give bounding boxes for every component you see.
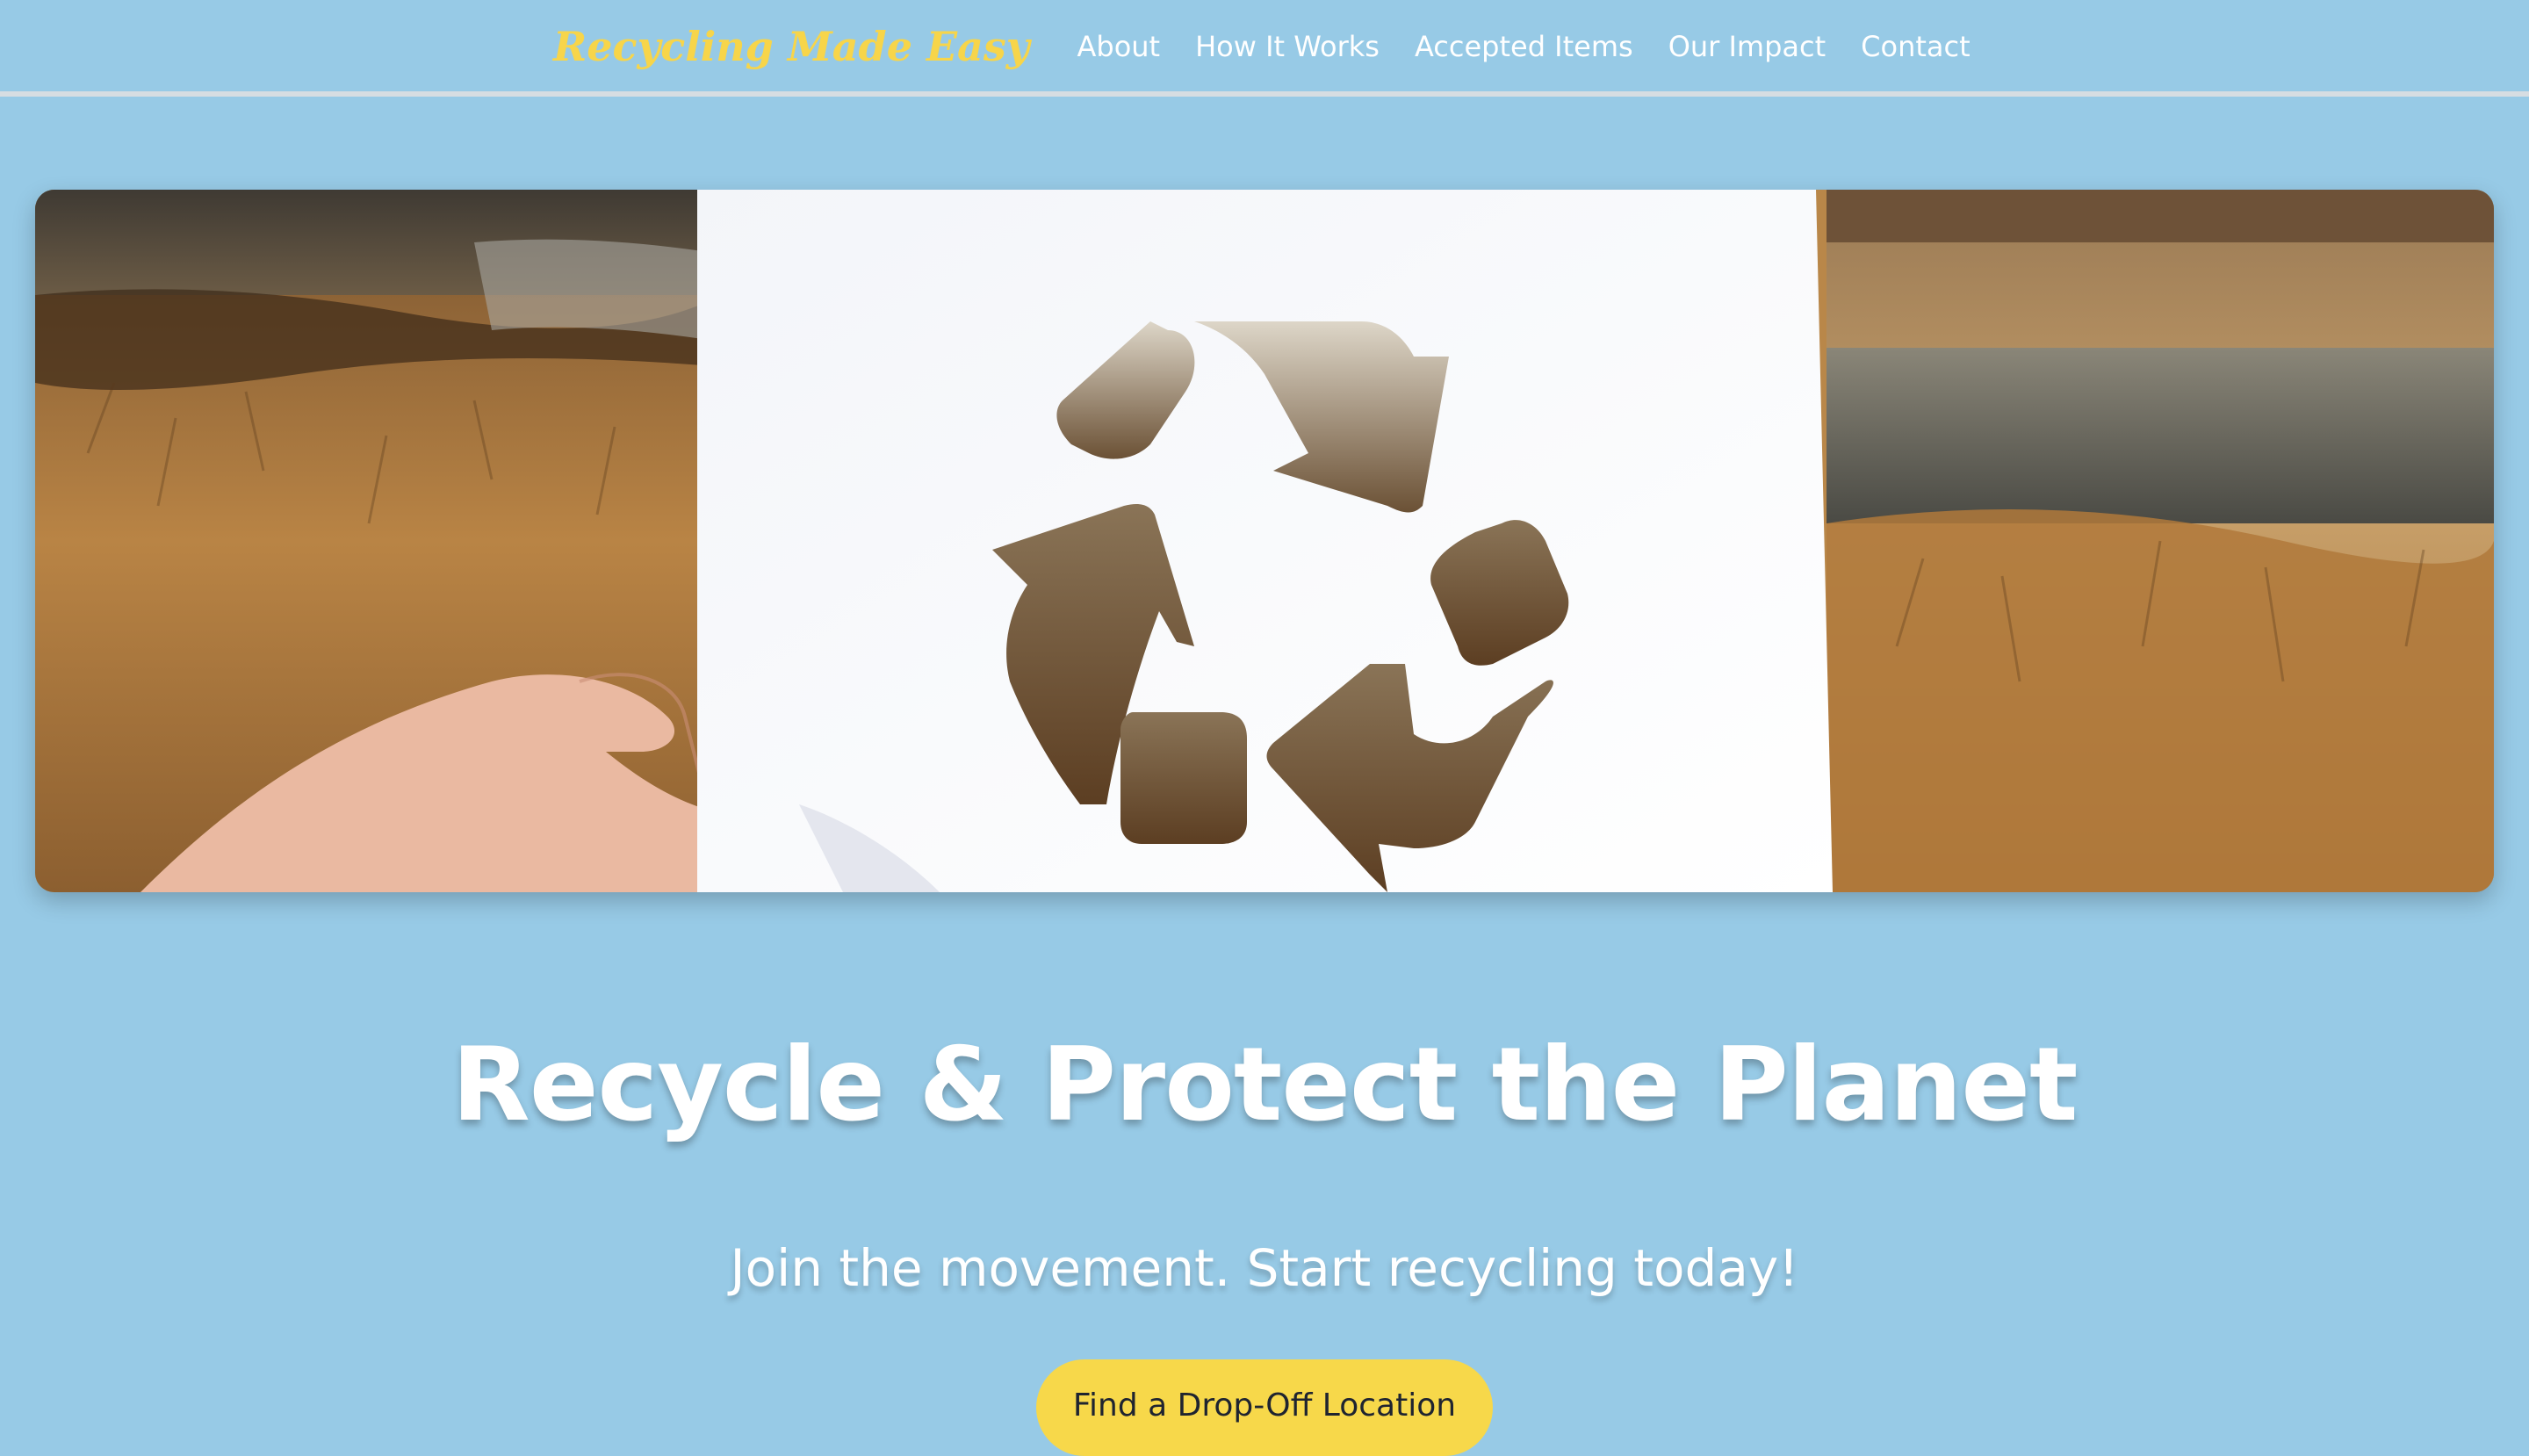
hero-image [35, 190, 2494, 892]
nav-link-how-it-works[interactable]: How It Works [1195, 30, 1380, 63]
find-drop-off-location-button[interactable]: Find a Drop-Off Location [1036, 1359, 1493, 1456]
nav-link-accepted-items[interactable]: Accepted Items [1415, 30, 1633, 63]
nav-link-about[interactable]: About [1077, 30, 1160, 63]
nav-link-contact[interactable]: Contact [1861, 30, 1971, 63]
nav-inner: Recycling Made Easy About How It Works A… [553, 0, 1971, 93]
nav-links: About How It Works Accepted Items Our Im… [1077, 30, 1970, 63]
hero-illustration [35, 190, 2494, 892]
page-title: Recycle & Protect the Planet [451, 1026, 2079, 1144]
page-subtitle: Join the movement. Start recycling today… [730, 1238, 1799, 1298]
navbar: Recycling Made Easy About How It Works A… [0, 0, 2529, 97]
nav-link-our-impact[interactable]: Our Impact [1668, 30, 1826, 63]
brand-logo[interactable]: Recycling Made Easy [553, 23, 1029, 70]
